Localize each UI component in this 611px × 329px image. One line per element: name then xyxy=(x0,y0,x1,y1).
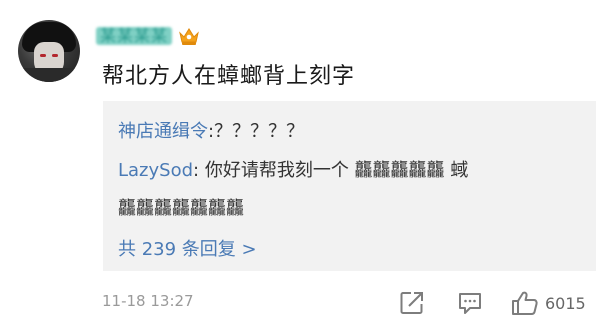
avatar-eye-left xyxy=(40,54,46,57)
reply-item[interactable]: 神店通缉令:？？？？？ xyxy=(118,117,304,143)
comment-button[interactable] xyxy=(457,290,483,316)
user-header: 某某某某 xyxy=(96,24,200,48)
share-icon xyxy=(400,292,423,314)
reply-text: : 你好请帮我刻一个 龘龘龘龘龘 蜮 xyxy=(193,160,469,181)
crown-badge-icon xyxy=(178,26,200,46)
reply-item-continued: 龘龘龘龘龘龘龘 xyxy=(118,194,244,220)
comment-timestamp: 11-18 13:27 xyxy=(102,292,194,310)
comment-icon xyxy=(459,293,481,314)
like-count: 6015 xyxy=(545,293,586,313)
reply-item[interactable]: LazySod: 你好请帮我刻一个 龘龘龘龘龘 蜮 xyxy=(118,156,468,182)
reply-author[interactable]: LazySod xyxy=(118,160,193,181)
more-replies-link[interactable]: 共 239 条回复 > xyxy=(118,235,257,261)
avatar-eye-right xyxy=(52,54,58,57)
reply-text: :？？？？？ xyxy=(208,121,305,142)
comment-text: 帮北方人在蟑螂背上刻字 xyxy=(102,64,356,89)
avatar[interactable] xyxy=(18,20,80,82)
reply-box[interactable]: 神店通缉令:？？？？？ LazySod: 你好请帮我刻一个 龘龘龘龘龘 蜮 龘龘… xyxy=(103,101,596,271)
reply-author[interactable]: 神店通缉令 xyxy=(118,121,208,142)
reply-text: 龘龘龘龘龘龘龘 xyxy=(118,198,244,219)
share-button[interactable] xyxy=(399,290,425,316)
avatar-robe xyxy=(18,68,80,82)
thumbs-up-icon xyxy=(512,291,538,315)
username[interactable]: 某某某某 xyxy=(96,27,173,45)
like-button[interactable]: 6015 xyxy=(511,290,586,316)
